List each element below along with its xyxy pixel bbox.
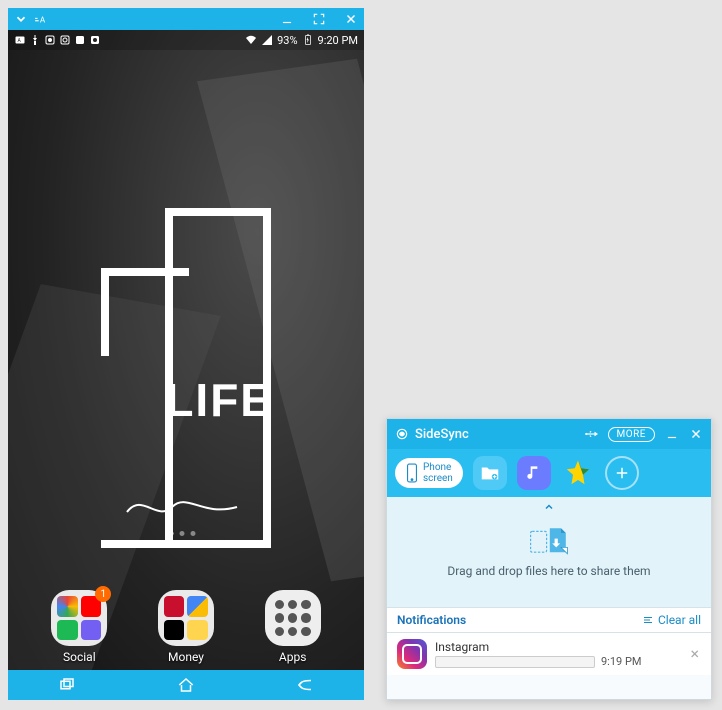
notification-time: 9:19 PM [601, 655, 641, 668]
wallpaper-signature [122, 492, 242, 522]
wallpaper-logo: LIFE [101, 208, 271, 548]
status-icon [44, 34, 56, 46]
android-nav-bar [8, 670, 364, 700]
folder-label: Money [168, 650, 204, 664]
status-icon [74, 34, 86, 46]
sidesync-title: SideSync [415, 427, 469, 442]
recents-button[interactable] [55, 675, 79, 695]
android-status-bar[interactable]: A 93% 9:20 PM [8, 30, 364, 50]
clear-all-button[interactable]: Clear all [642, 613, 701, 627]
usb-icon [29, 34, 41, 46]
wifi-icon [245, 34, 257, 46]
badge: 1 [95, 586, 111, 602]
usb-icon [584, 427, 598, 441]
sidesync-logo-icon [395, 427, 409, 441]
folder-label: Social [63, 650, 96, 664]
sidesync-header: SideSync MORE [387, 419, 711, 449]
star-button[interactable] [561, 456, 595, 490]
fullscreen-button[interactable] [312, 12, 326, 26]
more-button[interactable]: MORE [608, 427, 655, 442]
svg-text:A: A [40, 15, 46, 25]
music-button[interactable] [517, 456, 551, 490]
chevron-up-icon[interactable] [541, 501, 557, 516]
home-button[interactable] [174, 675, 198, 695]
status-icon [89, 34, 101, 46]
folder-social[interactable]: 1 Social [51, 590, 107, 664]
clear-all-label: Clear all [658, 613, 701, 627]
notifications-header: Notifications Clear all [387, 607, 711, 633]
phone-mirror-window: A A [8, 8, 364, 700]
file-drop-icon [529, 526, 569, 556]
dismiss-notification-button[interactable]: × [688, 646, 701, 662]
close-button[interactable] [689, 427, 703, 441]
back-button[interactable] [293, 675, 317, 695]
instagram-icon [397, 639, 427, 669]
notification-app-name: Instagram [435, 640, 680, 654]
drop-zone[interactable]: Drag and drop files here to share them [387, 497, 711, 607]
minimize-button[interactable] [665, 427, 679, 441]
home-page-indicator [169, 531, 196, 536]
drop-hint: Drag and drop files here to share them [447, 564, 650, 578]
notification-item[interactable]: Instagram 9:19 PM × [387, 633, 711, 675]
phone-screen-label: Phone screen [423, 462, 453, 484]
notification-message-placeholder [435, 656, 595, 668]
wallpaper-text: LIFE [165, 373, 273, 427]
sidesync-toolbar: Phone screen [387, 449, 711, 497]
notifications-label: Notifications [397, 613, 466, 627]
add-button[interactable] [605, 456, 639, 490]
folder-money[interactable]: Money [158, 590, 214, 664]
keyboard-ime-icon[interactable]: A [34, 12, 48, 26]
phone-screen[interactable]: A 93% 9:20 PM LIFE [8, 30, 364, 700]
battery-charging-icon [302, 34, 314, 46]
folder-label: Apps [279, 650, 307, 664]
status-icon [59, 34, 71, 46]
phone-window-titlebar: A [8, 8, 364, 30]
chevron-down-icon[interactable] [14, 12, 28, 26]
sidesync-window: SideSync MORE Phone screen [386, 418, 712, 700]
battery-percent: 93% [277, 34, 297, 47]
status-time: 9:20 PM [318, 34, 358, 47]
home-dock: 1 Social Money Apps [8, 590, 364, 664]
close-button[interactable] [344, 12, 358, 26]
folder-button[interactable] [473, 456, 507, 490]
phone-screen-button[interactable]: Phone screen [395, 458, 463, 488]
status-icon: A [14, 34, 26, 46]
minimize-button[interactable] [280, 12, 294, 26]
signal-icon [261, 34, 273, 46]
apps-drawer-button[interactable]: Apps [265, 590, 321, 664]
